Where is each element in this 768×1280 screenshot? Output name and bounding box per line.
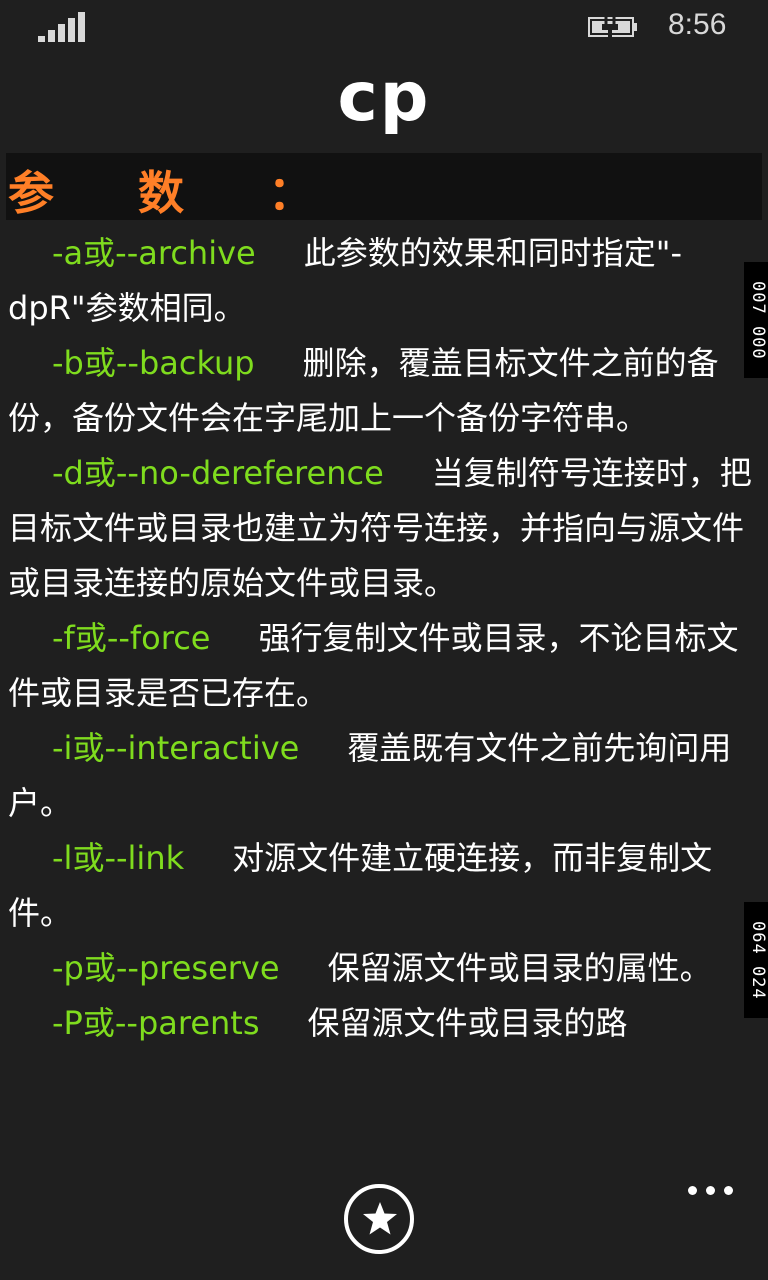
screen: 8:56 cp 参数： -a或--archive 此参数的效果和同时指定"-dpR… <box>0 0 768 1280</box>
signal-strength-icon <box>38 12 88 42</box>
option-flag: -l或--link <box>52 839 185 877</box>
option-flag: -i或--interactive <box>52 729 300 767</box>
status-bar: 8:56 <box>0 0 768 56</box>
option-entry: -b或--backup 删除，覆盖目标文件之前的备份，备份文件会在字尾加上一个备份… <box>8 336 760 446</box>
page-title: cp <box>337 58 431 137</box>
options-list: -a或--archive 此参数的效果和同时指定"-dpR"参数相同。 -b或--… <box>8 226 760 1164</box>
option-entry: -f或--force 强行复制文件或目录，不论目标文件或目录是否已存在。 <box>8 611 760 721</box>
option-flag: -b或--backup <box>52 344 255 382</box>
option-flag: -d或--no-dereference <box>52 454 384 492</box>
option-flag: -a或--archive <box>52 234 256 272</box>
app-bar <box>0 1164 768 1280</box>
status-time: 8:56 <box>668 8 727 41</box>
battery-charging-icon <box>588 14 640 40</box>
scroll-marker-bottom[interactable]: 064 024 <box>744 902 768 1018</box>
section-label: 参数： <box>8 166 398 220</box>
option-entry: -P或--parents 保留源文件或目录的路 <box>8 996 760 1051</box>
option-entry: -i或--interactive 覆盖既有文件之前先询问用户。 <box>8 721 760 831</box>
option-entry: -d或--no-dereference 当复制符号连接时，把目标文件或目录也建立为… <box>8 446 760 611</box>
scroll-marker-top[interactable]: 007 000 <box>744 262 768 378</box>
option-flag: -f或--force <box>52 619 211 657</box>
star-icon <box>363 1202 397 1235</box>
more-icon-dot <box>706 1186 715 1195</box>
option-flag: -p或--preserve <box>52 949 280 987</box>
option-desc: 保留源文件或目录的属性。 <box>327 949 712 987</box>
favorite-button[interactable] <box>344 1184 414 1254</box>
option-entry: -a或--archive 此参数的效果和同时指定"-dpR"参数相同。 <box>8 226 760 336</box>
more-button[interactable] <box>684 1168 740 1208</box>
option-desc: 保留源文件或目录的路 <box>307 1004 628 1042</box>
option-entry: -p或--preserve 保留源文件或目录的属性。 <box>8 941 760 996</box>
section-header: 参数： <box>6 153 762 220</box>
option-entry: -l或--link 对源文件建立硬连接，而非复制文件。 <box>8 831 760 941</box>
option-flag: -P或--parents <box>52 1004 260 1042</box>
more-icon-dot <box>724 1186 733 1195</box>
more-icon <box>688 1186 697 1195</box>
